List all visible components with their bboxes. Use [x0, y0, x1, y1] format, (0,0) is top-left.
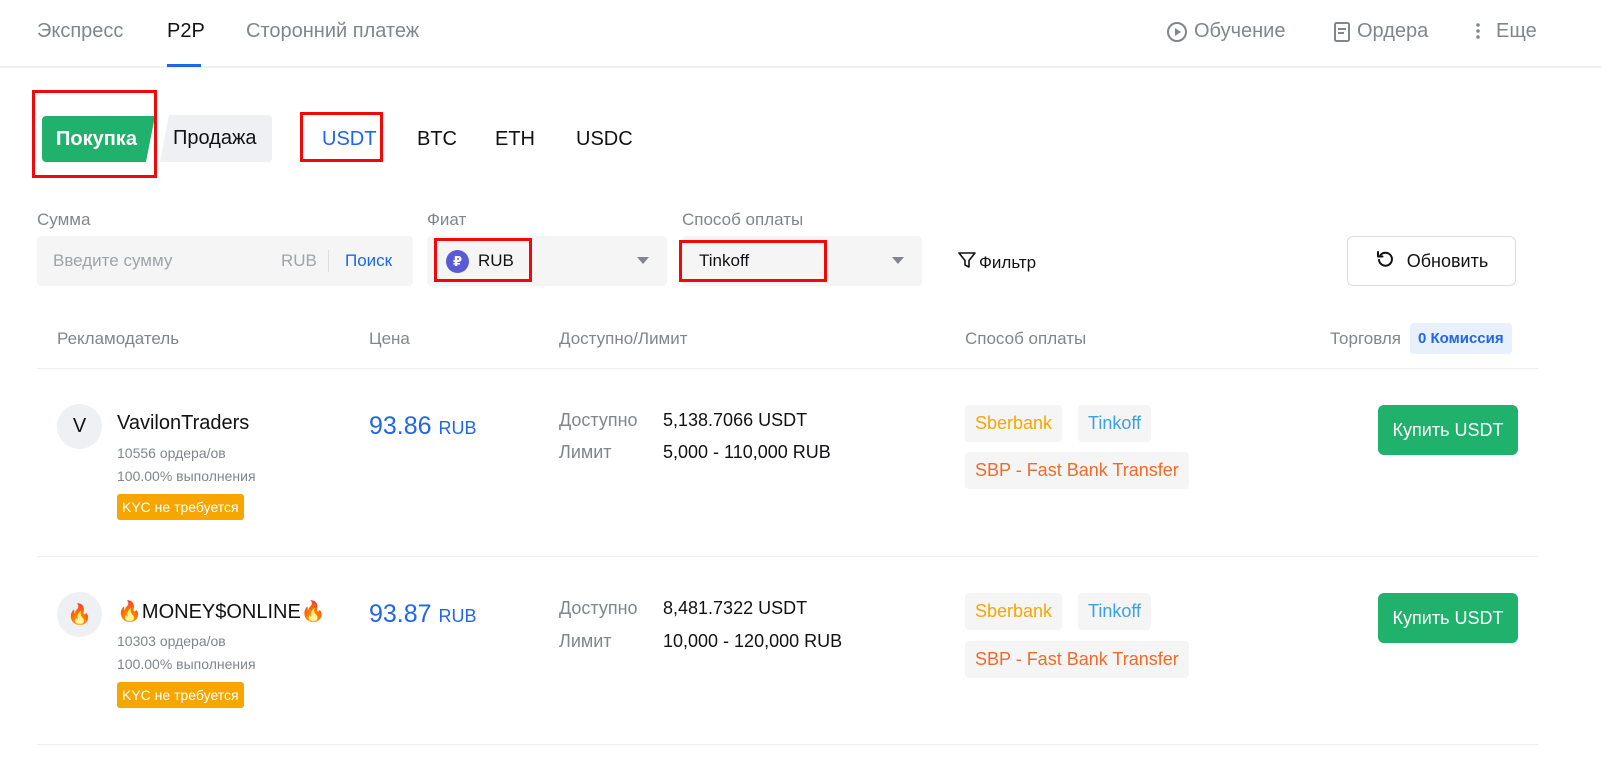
kyc-badge: KYC не требуется [117, 682, 244, 708]
learn-label: Обучение [1194, 20, 1286, 42]
sell-toggle-button[interactable]: Продажа [160, 115, 272, 162]
column-available-limit: Доступно/Лимит [559, 329, 688, 348]
payment-tag-sbp: SBP - Fast Bank Transfer [965, 452, 1189, 489]
orders-link[interactable]: Ордера [1333, 20, 1428, 43]
tab-p2p[interactable]: P2P [167, 20, 205, 43]
top-nav: Экспресс P2P Сторонний платеж Обучение О… [0, 0, 1601, 68]
more-vertical-icon [1474, 21, 1482, 43]
divider [37, 556, 1538, 557]
column-payment-method: Способ оплаты [965, 329, 1087, 348]
fiat-value: RUB [478, 251, 514, 270]
coin-tab-eth[interactable]: ETH [495, 128, 535, 151]
trader-name[interactable]: 🔥MONEY$ONLINE🔥 [117, 599, 326, 624]
coin-tab-usdc[interactable]: USDC [576, 128, 633, 151]
trader-completion: 100.00% выполнения [117, 656, 256, 672]
funnel-icon [957, 250, 977, 275]
refresh-icon [1375, 249, 1395, 274]
payment-method-label: Способ оплаты [682, 210, 804, 229]
trader-orders: 10556 ордера/ов [117, 445, 226, 461]
price-value: 93.87 [369, 600, 432, 628]
filter-button[interactable]: Фильтр [957, 250, 1036, 275]
buy-toggle-button[interactable]: Покупка [42, 116, 155, 162]
amount-currency: RUB [281, 251, 317, 270]
limit-label: Лимит [559, 442, 612, 462]
price-value: 93.86 [369, 412, 432, 440]
filter-label: Фильтр [979, 252, 1037, 272]
amount-placeholder: Введите сумму [53, 251, 173, 270]
available-value: 5,138.7066 USDT [663, 410, 808, 430]
payment-tag-sberbank: Sberbank [965, 593, 1063, 630]
learn-link[interactable]: Обучение [1166, 20, 1285, 43]
avatar[interactable]: V [57, 404, 102, 449]
column-advertiser: Рекламодатель [57, 329, 180, 348]
orders-label: Ордера [1357, 20, 1429, 42]
column-price: Цена [369, 329, 410, 348]
refresh-button[interactable]: Обновить [1347, 236, 1516, 286]
payment-tag-sbp: SBP - Fast Bank Transfer [965, 641, 1189, 678]
trader-name[interactable]: VavilonTraders [117, 412, 249, 435]
avatar[interactable]: 🔥 [57, 592, 102, 637]
play-icon [1166, 21, 1188, 43]
more-label: Еще [1496, 20, 1537, 42]
more-menu[interactable]: Еще [1474, 20, 1537, 43]
divider [37, 368, 1538, 369]
fiat-select[interactable]: ₽ RUB [427, 236, 667, 286]
search-button[interactable]: Поиск [345, 251, 392, 271]
payment-tag-tinkoff: Tinkoff [1078, 593, 1152, 630]
payment-tag-tinkoff: Tinkoff [1078, 405, 1152, 442]
tab-third-party-payment[interactable]: Сторонний платеж [246, 20, 419, 43]
available-label: Доступно [559, 410, 638, 430]
trader-completion: 100.00% выполнения [117, 468, 256, 484]
limit-label: Лимит [559, 631, 612, 651]
kyc-badge: KYC не требуется [117, 494, 244, 520]
limit-value: 5,000 - 110,000 RUB [663, 442, 831, 462]
zero-commission-badge: 0 Комиссия [1410, 323, 1512, 354]
available-value: 8,481.7322 USDT [663, 598, 808, 618]
ruble-icon: ₽ [446, 250, 469, 273]
buy-usdt-button[interactable]: Купить USDT [1378, 593, 1518, 643]
coin-tab-btc[interactable]: BTC [417, 128, 457, 151]
fiat-label: Фиат [427, 210, 467, 229]
trader-orders: 10303 ордера/ов [117, 633, 226, 649]
tab-express[interactable]: Экспресс [37, 20, 123, 43]
coin-tab-usdt[interactable]: USDT [322, 128, 376, 151]
payment-method-value: Tinkoff [699, 251, 750, 270]
chevron-down-icon [637, 257, 649, 264]
amount-input[interactable]: Введите сумму RUB Поиск [37, 236, 413, 286]
payment-tag-sberbank: Sberbank [965, 405, 1063, 442]
document-icon [1333, 21, 1351, 43]
amount-divider [328, 250, 329, 272]
limit-value: 10,000 - 120,000 RUB [663, 631, 843, 651]
active-tab-indicator [167, 64, 201, 67]
price: 93.86 RUB [369, 412, 477, 441]
available-label: Доступно [559, 598, 638, 618]
price-unit: RUB [438, 606, 477, 626]
refresh-label: Обновить [1406, 250, 1489, 271]
divider [37, 744, 1538, 745]
price-unit: RUB [438, 418, 477, 438]
buy-usdt-button[interactable]: Купить USDT [1378, 405, 1518, 455]
amount-label: Сумма [37, 210, 91, 229]
payment-method-select[interactable]: Tinkoff [682, 236, 922, 286]
price: 93.87 RUB [369, 600, 477, 629]
column-trade: Торговля [1330, 329, 1402, 348]
chevron-down-icon [892, 257, 904, 264]
